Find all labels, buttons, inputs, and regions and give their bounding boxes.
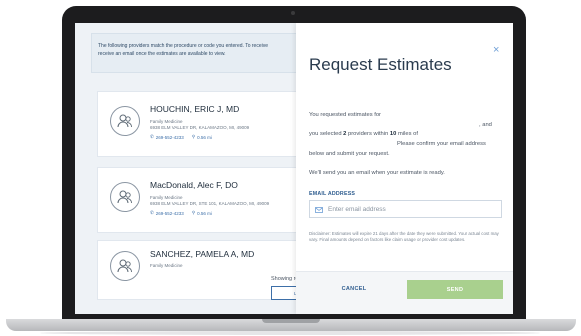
provider-phone-text: 269-552-4233: [155, 210, 184, 216]
send-button[interactable]: SEND: [407, 280, 503, 299]
email-label: EMAIL ADDRESS: [309, 191, 356, 197]
request-line-5: We'll send you an email when your estima…: [309, 170, 445, 176]
provider-address: 6938 ELM VALLEY DR, KALAMAZOO, MI, 49009: [150, 125, 250, 130]
user-group-icon: [110, 106, 140, 136]
provider-distance-text: 0.56 mi: [197, 134, 212, 140]
line2-prefix: you selected: [309, 131, 344, 137]
cancel-button[interactable]: CANCEL: [309, 280, 399, 298]
provider-meta: ✆ 269-552-4233 ⚲ 0.56 mi: [150, 134, 212, 140]
provider-name[interactable]: SANCHEZ, PAMELA A, MD: [150, 249, 254, 259]
request-line-2: you selected 2 providers within 10 miles…: [309, 131, 418, 137]
envelope-icon: [315, 200, 323, 218]
provider-distance: ⚲ 0.56 mi: [192, 134, 212, 140]
email-field[interactable]: [309, 200, 502, 218]
provider-specialty: Family Medicine: [150, 263, 183, 268]
line2-mid: providers within: [346, 131, 390, 137]
provider-meta: ✆ 269-552-4233 ⚲ 0.56 mi: [150, 210, 212, 216]
provider-phone[interactable]: ✆ 269-552-4233: [150, 210, 184, 216]
close-icon[interactable]: ×: [493, 45, 499, 56]
provider-phone-text: 269-552-4233: [155, 134, 184, 140]
location-pin-icon: ⚲: [191, 210, 196, 215]
laptop-notch: [262, 319, 320, 323]
provider-specialty: Family Medicine: [150, 195, 183, 200]
laptop-frame: The following providers match the proced…: [62, 6, 526, 324]
laptop-base: [6, 319, 576, 331]
laptop-shadow: [40, 331, 540, 335]
camera-icon: [291, 11, 295, 15]
phone-icon: ✆: [150, 134, 154, 139]
provider-specialty: Family Medicine: [150, 119, 183, 124]
request-estimates-modal: × Request Estimates You requested estima…: [296, 23, 513, 314]
app-screen: The following providers match the proced…: [75, 23, 513, 314]
request-line-1: You requested estimates for: [309, 112, 381, 118]
user-group-icon: [110, 182, 140, 212]
provider-address: 6938 ELM VALLEY DR, STE 101, KALAMAZOO, …: [150, 201, 270, 206]
request-line-4: below and submit your request.: [309, 151, 390, 157]
email-input[interactable]: [328, 205, 498, 213]
location-pin-icon: ⚲: [191, 134, 196, 139]
provider-distance-text: 0.56 mi: [197, 210, 212, 216]
provider-phone[interactable]: ✆ 269-552-4233: [150, 134, 184, 140]
modal-footer: CANCEL SEND: [296, 271, 513, 314]
disclaimer-text: Disclaimer: Estimates will expire 21 day…: [309, 231, 499, 242]
request-line-3: Please confirm your email address: [397, 141, 486, 147]
modal-title: Request Estimates: [309, 55, 452, 74]
user-group-icon: [110, 251, 140, 281]
provider-name[interactable]: MacDonald, Alec F, DO: [150, 180, 238, 190]
provider-name[interactable]: HOUCHIN, ERIC J, MD: [150, 104, 239, 114]
phone-icon: ✆: [150, 210, 154, 215]
request-line-1-end: , and: [479, 122, 492, 128]
line2-suffix: miles of: [396, 131, 418, 137]
provider-distance: ⚲ 0.56 mi: [192, 210, 212, 216]
